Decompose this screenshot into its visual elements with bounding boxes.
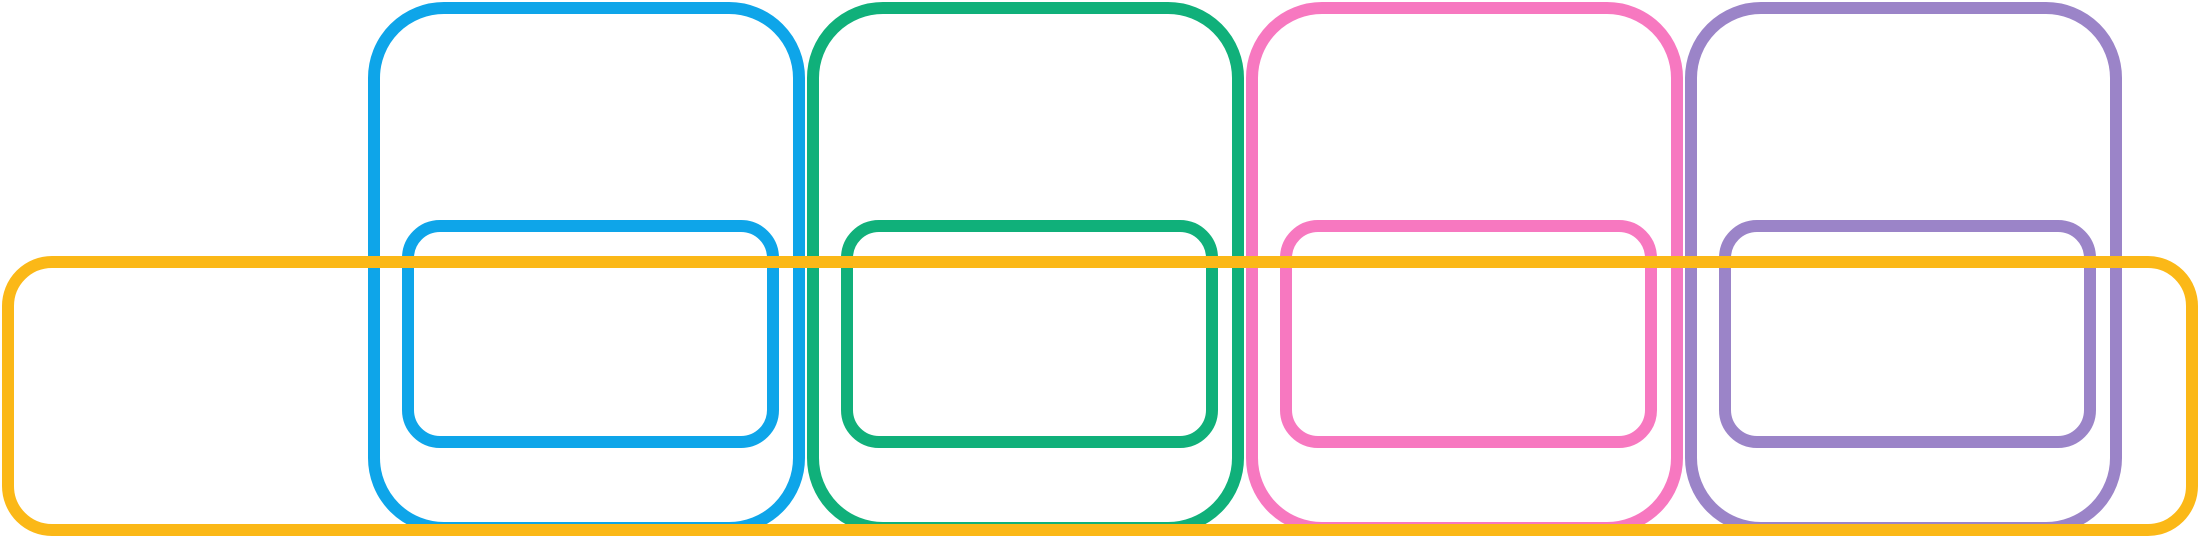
grid-diagram bbox=[2, 2, 2198, 536]
band-layer bbox=[2, 256, 2198, 536]
row-band-outline bbox=[2, 256, 2198, 536]
